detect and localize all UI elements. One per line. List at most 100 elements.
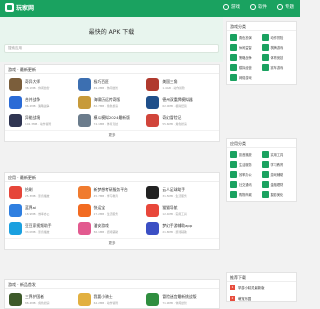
app-thumbnail-icon [146,113,160,127]
app-item[interactable]: 快运宝 27.2MB · 生活服务 [77,203,147,217]
site-logo[interactable]: 玩家网 [5,3,34,12]
app-meta: 38.1MB · 休闲益智 [25,85,50,90]
rank-number: 2 [230,296,235,301]
category-label: 学习教育 [270,163,284,167]
category-label: 策略战争 [239,56,252,60]
logo-icon [5,3,14,12]
search-input[interactable]: 搜索应用 [4,44,219,53]
app-item[interactable]: 异能战境 102.3MB · 动作冒险 [9,113,78,127]
category-icon [261,161,269,168]
app-name: 新梦想考研服务平台 [93,186,128,192]
category-icon [230,191,237,198]
sidebar-recommend: 推荐下载 1 掌游小精灵最新版 2 萌宠乐园 [226,272,297,302]
app-name: 拾刷 [25,186,33,192]
category-item[interactable]: 效率办公 [230,171,262,178]
category-item[interactable]: 金融理财 [261,181,294,188]
category-item[interactable]: 摄影美化 [261,191,294,198]
more-link[interactable]: 更多 [5,130,219,141]
ranking-list: 1 掌游小精灵最新版 2 萌宠乐园 [227,282,296,304]
app-item[interactable]: 冒险迷宫最新挑战版 71.9MB · 休闲益智 [146,292,215,306]
category-item[interactable]: 生活服务 [230,161,262,168]
category-item[interactable]: 动作冒险 [261,34,294,41]
app-item[interactable]: 拾刷 25.3MB · 影音播放 [9,185,78,199]
app-item[interactable]: 奇异大师 38.1MB · 休闲益智 [9,77,78,91]
category-label: 体育竞技 [270,56,284,60]
more-link[interactable]: 更多 [5,238,219,249]
app-item[interactable]: 豆豆家视频助手 33.0MB · 影音播放 [9,221,78,235]
app-grid: 奇异大师 38.1MB · 休闲益智 极巧百匠 49.2MB · 休闲益智 美国三角 1.… [5,74,219,130]
app-meta: 74.1MB · 体育竞技 [93,121,119,126]
app-meta: 71.9MB · 休闲益智 [162,300,187,305]
nav-item-topics[interactable]: 专题 [277,4,294,10]
app-item[interactable]: 我要小骑士 64.2MB · 动作冒险 [77,292,147,306]
category-item[interactable]: 策略战争 [230,54,262,61]
app-name: 云人足球助手 [162,186,186,192]
app-item[interactable]: 极巧百匠 49.2MB · 休闲益智 [77,77,147,91]
app-thumbnail-icon [146,292,160,306]
app-thumbnail-icon [77,95,91,109]
category-icon [261,54,269,61]
app-name: 潘安游戏 [93,222,109,228]
app-name: 合并战争 [25,96,41,102]
sidebar-game-categories: 游戏分类 角色扮演 动作冒险 休闲益智 棋牌游戏 策略战争 体育竞技 模拟经营 赛车游戏 网络游… [226,21,297,85]
category-item[interactable]: 社交通讯 [230,181,262,188]
app-item[interactable]: 云人足球助手 31.5MB · 生活服务 [146,185,215,199]
app-item[interactable]: 猫猫导航 12.4MB · 实用工具 [146,203,215,217]
category-item[interactable]: 购物商城 [230,191,262,198]
app-thumbnail-icon [146,77,160,91]
app-meta: 56.1MB · 游戏辅助 [93,229,119,234]
section-app-latest: 应用 · 最新更新 拾刷 25.3MB · 影音播放 新梦想考研服务平台 45.7MB… [4,172,220,250]
ranking-name: 掌游小精灵最新版 [238,286,265,290]
app-thumbnail-icon [146,185,160,199]
app-name: 美国三角 [162,78,178,84]
category-label: 影音播放 [239,153,252,157]
category-icon [261,151,269,158]
category-item[interactable]: 学习教育 [261,161,294,168]
app-item[interactable]: 美国三角 1.4GB · 动作冒险 [146,77,215,91]
sidebar-title: 应用分类 [227,139,296,148]
category-item[interactable]: 棋牌游戏 [261,44,294,51]
category-icon [230,171,237,178]
app-thumbnail-icon [146,203,160,217]
section-game-new: 游戏 · 新品首发 三界护国者 88.4MB · 角色扮演 我要小骑士 64.2MB … [4,279,220,309]
category-item[interactable]: 实用工具 [261,151,294,158]
nav-item-games[interactable]: 游戏 [223,4,240,10]
category-item[interactable]: 模拟经营 [230,64,262,71]
category-icon [261,64,269,71]
category-label: 模拟经营 [239,66,252,70]
app-meta: 21.8MB · 游戏辅助 [162,229,187,234]
category-icon [261,44,269,51]
app-icon [250,4,256,10]
app-item[interactable]: 潘安游戏 56.1MB · 游戏辅助 [77,221,147,235]
app-meta: 18.9MB · 效率办公 [25,211,50,216]
category-item[interactable]: 休闲益智 [230,44,262,51]
app-item[interactable]: 蓝界ai 18.9MB · 效率办公 [9,203,78,217]
app-item[interactable]: 德州双重牌模拟器 62.0MB · 模拟经营 [146,95,215,109]
app-item[interactable]: 梦幻手游辅助app 21.8MB · 游戏辅助 [146,221,215,235]
app-item[interactable]: 合并战争 96.2MB · 策略战争 [9,95,78,109]
category-icon [230,74,237,81]
app-item[interactable]: 新梦想考研服务平台 45.7MB · 学习教育 [77,185,147,199]
category-item[interactable]: 角色扮演 [230,34,262,41]
app-item[interactable]: 三界护国者 88.4MB · 角色扮演 [9,292,78,306]
app-item[interactable]: 海啸历远传奇版 82.7MB · 角色扮演 [77,95,147,109]
app-name: 极巧百匠 [93,78,109,84]
category-item[interactable]: 赛车游戏 [261,64,294,71]
ranking-item[interactable]: 2 萌宠乐园 [227,293,296,304]
ranking-item[interactable]: 1 掌游小精灵最新版 [227,282,296,293]
category-label: 动作冒险 [270,36,284,40]
category-label: 实用工具 [270,153,284,157]
category-item[interactable]: 体育竞技 [261,54,294,61]
category-item[interactable]: 影音播放 [230,151,262,158]
app-item[interactable]: 模斗模拟2024最新版 74.1MB · 体育竞技 [77,113,147,127]
app-meta: 1.4GB · 动作冒险 [162,85,185,90]
category-item[interactable]: 网络游戏 [230,74,262,81]
hero-title: 最快的 APK 下载 [88,29,135,36]
nav-item-apps[interactable]: 软件 [250,4,267,10]
app-thumbnail-icon [9,113,22,127]
category-item[interactable]: 游戏辅助 [261,171,294,178]
app-meta: 62.0MB · 模拟经营 [162,103,187,108]
app-name: 奇异大师 [25,78,41,84]
app-item[interactable]: 奇幻冒险记 55.6MB · 角色扮演 [146,113,215,127]
sidebar-title: 推荐下载 [227,273,296,282]
